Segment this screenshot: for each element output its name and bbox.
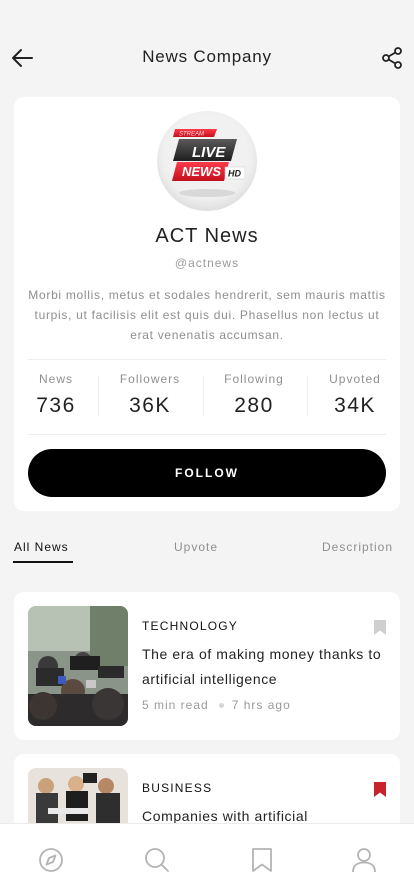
stat-value: 280 xyxy=(234,394,274,417)
stat-value: 34K xyxy=(334,394,376,417)
tab-all-news[interactable]: All News xyxy=(14,540,69,554)
nav-profile[interactable] xyxy=(350,846,378,874)
bookmark-icon xyxy=(374,620,386,635)
posted-time: 7 hrs ago xyxy=(231,698,291,712)
stat-separator xyxy=(203,376,204,416)
stat-label: Upvoted xyxy=(329,372,381,386)
news-category: BUSINESS xyxy=(142,781,213,795)
top-app-bar: News Company xyxy=(0,0,414,96)
stats-row: News 736 Followers 36K Following 280 Upv… xyxy=(14,360,400,434)
stat-value: 36K xyxy=(129,394,171,417)
search-icon xyxy=(145,848,169,872)
bottom-navigation xyxy=(0,823,414,896)
bookmark-icon xyxy=(374,782,386,797)
tab-upvote[interactable]: Upvote xyxy=(174,540,218,554)
stat-separator xyxy=(307,376,308,416)
news-headline[interactable]: The era of making money thanks to artifi… xyxy=(142,642,382,692)
content-tabs: All News Upvote Description xyxy=(0,530,414,570)
bookmark-icon xyxy=(252,848,272,872)
share-icon xyxy=(382,47,402,69)
stat-value: 736 xyxy=(36,394,76,417)
stat-label: Following xyxy=(224,372,284,386)
compass-icon xyxy=(39,848,63,872)
news-thumbnail xyxy=(28,606,128,726)
nav-search[interactable] xyxy=(143,846,171,874)
svg-text:STREAM: STREAM xyxy=(179,132,204,138)
meta-separator-dot xyxy=(218,702,224,708)
profile-card: STREAM LIVE NEWS HD ACT News @actnews Mo… xyxy=(14,97,400,511)
svg-text:NEWS: NEWS xyxy=(182,164,221,179)
nav-explore[interactable] xyxy=(37,846,65,874)
divider xyxy=(28,434,386,435)
stat-separator xyxy=(98,376,99,416)
stat-label: Followers xyxy=(119,372,181,386)
follow-button[interactable]: FOLLOW xyxy=(28,449,386,497)
avatar: STREAM LIVE NEWS HD xyxy=(157,111,257,211)
stat-upvoted[interactable]: Upvoted 34K xyxy=(318,360,392,434)
share-button[interactable] xyxy=(380,46,404,70)
profile-handle: @actnews xyxy=(174,256,240,270)
nav-bookmarks[interactable] xyxy=(248,846,276,874)
stat-label: News xyxy=(38,372,73,386)
stat-followers[interactable]: Followers 36K xyxy=(110,360,190,434)
stat-following[interactable]: Following 280 xyxy=(214,360,294,434)
bookmark-button[interactable] xyxy=(374,782,386,797)
news-category: TECHNOLOGY xyxy=(142,619,239,633)
read-time: 5 min read xyxy=(142,698,209,712)
stat-news[interactable]: News 736 xyxy=(28,360,84,434)
page-title: News Company xyxy=(142,47,272,66)
profile-icon xyxy=(352,848,376,873)
profile-bio: Morbi mollis, metus et sodales hendrerit… xyxy=(28,288,386,342)
svg-text:LIVE: LIVE xyxy=(192,144,226,161)
live-news-logo: STREAM LIVE NEWS HD xyxy=(172,129,246,197)
bookmark-button[interactable] xyxy=(374,620,386,635)
profile-name: ACT News xyxy=(155,225,259,247)
news-meta: 5 min read 7 hrs ago xyxy=(142,698,291,712)
svg-text:HD: HD xyxy=(228,169,241,179)
tab-description[interactable]: Description xyxy=(322,540,393,554)
active-tab-indicator xyxy=(13,561,73,563)
news-card[interactable]: TECHNOLOGY The era of making money thank… xyxy=(14,592,400,740)
